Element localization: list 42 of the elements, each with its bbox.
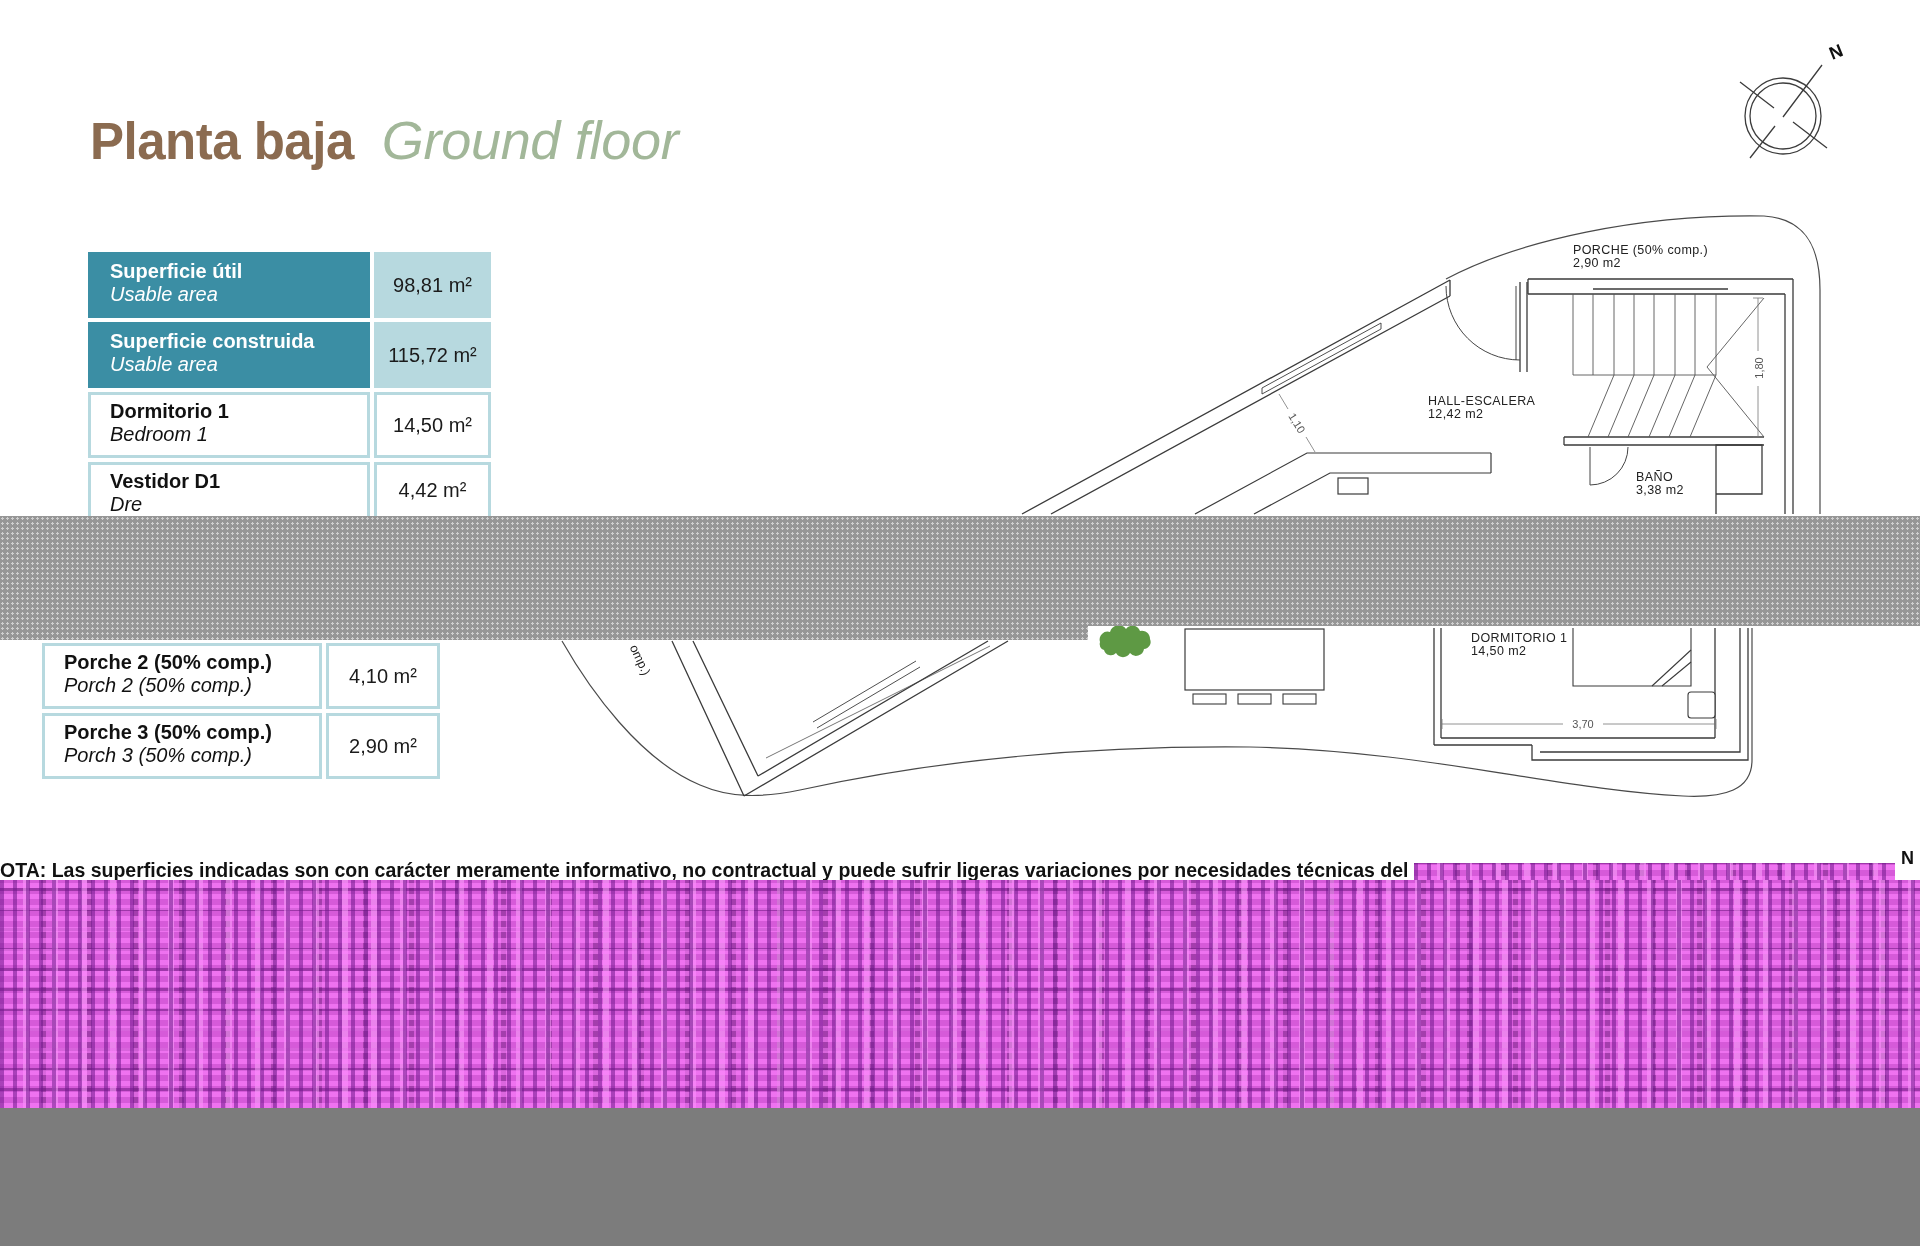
room-label: PORCHE (50% comp.) [1573,243,1708,257]
room-name: Vestidor D1 [110,470,221,493]
area-value: 4,42 m² [374,462,491,516]
room-translation: Porch 2 (50% comp.) [64,674,252,697]
room-translation: Porch 3 (50% comp.) [64,744,252,767]
chair [1237,693,1272,705]
room-area: 14,50 m2 [1471,644,1527,658]
page-title: Planta baja [90,112,354,172]
dimension-label: 3,70 [1572,718,1594,730]
room-area: 2,90 m2 [1573,256,1621,270]
room-area: 12,42 m2 [1428,407,1484,421]
compass-icon [1739,64,1828,159]
disclaimer-note: OTA: Las superficies indicadas son con carácter meramente informativo, no contractual y puede sufrir ligeras variaciones por necesidades técnicas del [0,859,1409,882]
room-label: DORMITORIO 1 [1471,631,1568,645]
area-value: 115,72 m² [374,322,491,388]
tree-icon [1099,625,1151,658]
room-translation: Usable area [110,283,218,306]
area-value: 4,10 m² [326,643,440,709]
area-value: 2,90 m² [326,713,440,779]
area-value: 98,81 m² [374,252,491,318]
disclaimer-note: N [1901,848,1914,868]
north-label: N [1826,40,1846,64]
chair [1192,693,1227,705]
dimension-label: 1,80 [1753,357,1765,379]
room-translation: Dre [110,493,143,516]
room-name: Superficie construida [110,330,315,353]
room-name: Porche 2 (50% comp.) [64,651,272,674]
room-name: Dormitorio 1 [110,400,229,423]
room-name: Superficie útil [110,260,243,283]
chair [1282,693,1317,705]
room-translation: Usable area [110,353,218,376]
room-label: HALL-ESCALERA [1428,394,1536,408]
room-translation: Bedroom 1 [110,423,208,446]
page-subtitle: Ground floor [381,110,679,170]
dimension-line [1278,393,1316,453]
door-swing [1589,446,1629,486]
area-value: 14,50 m² [374,392,491,458]
room-label: omp.) [626,642,654,678]
room-name: Porche 3 (50% comp.) [64,721,272,744]
nightstand [1687,691,1716,719]
room-label: BAÑO [1636,470,1674,484]
room-area: 3,38 m2 [1636,483,1684,497]
